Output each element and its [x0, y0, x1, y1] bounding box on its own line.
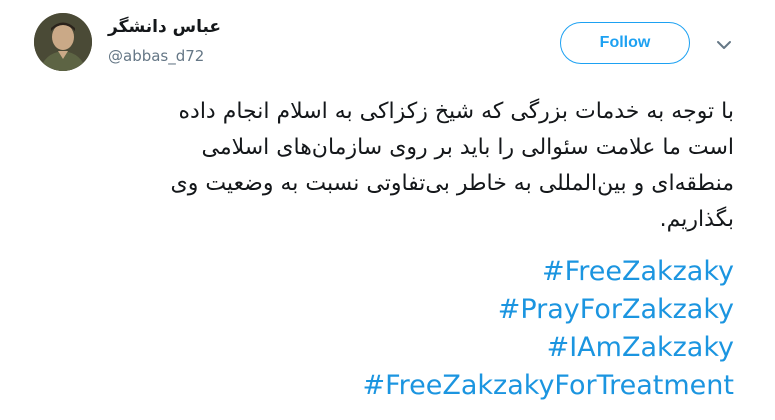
hashtag-list: #FreeZakzaky #PrayForZakzaky #IAmZakzaky…	[34, 253, 734, 405]
user-handle[interactable]: @abbas_d72	[108, 47, 204, 65]
chevron-down-icon[interactable]	[716, 37, 732, 51]
follow-button[interactable]: Follow	[560, 22, 690, 64]
tweet-card: عباس دانشگر @abbas_d72 Follow با توجه به…	[0, 0, 775, 420]
hashtag-link[interactable]: #IAmZakzaky	[34, 329, 734, 367]
tweet-text-line: است ما علامت سئوالی را باید بر روی سازما…	[201, 135, 735, 160]
avatar[interactable]	[34, 13, 92, 71]
hashtag-link[interactable]: #PrayForZakzaky	[34, 291, 734, 329]
tweet-text-line: با توجه به خدمات بزرگی که شیخ زکزاکی به …	[178, 99, 735, 124]
avatar-photo	[34, 13, 92, 71]
tweet-text-line: بگذاریم.	[659, 207, 734, 232]
hashtag-link[interactable]: #FreeZakzakyForTreatment	[34, 367, 734, 405]
hashtag-link[interactable]: #FreeZakzaky	[34, 253, 734, 291]
tweet-text-line: منطقه‌ای و بین‌المللی به خاطر بی‌تفاوتی …	[170, 171, 734, 196]
tweet-text: با توجه به خدمات بزرگی که شیخ زکزاکی به …	[34, 94, 734, 238]
display-name[interactable]: عباس دانشگر	[108, 17, 221, 37]
